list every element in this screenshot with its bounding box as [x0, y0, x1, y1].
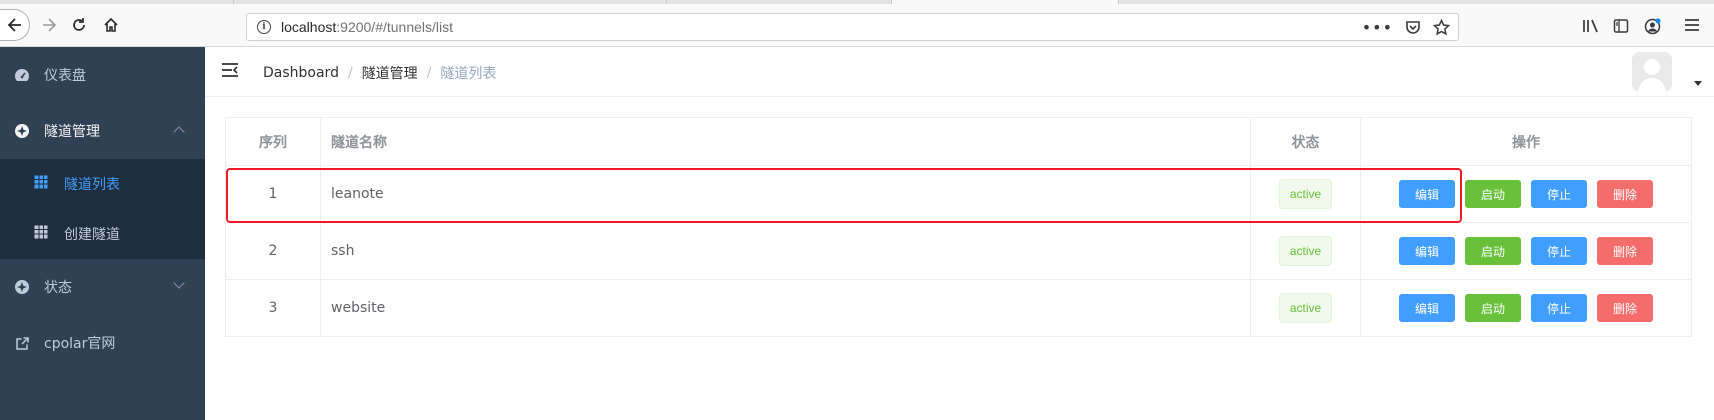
cell-name: website [321, 280, 1251, 336]
start-button[interactable]: 启动 [1465, 237, 1521, 265]
sidebar-item-tunnel-list[interactable]: 隧道列表 [0, 159, 205, 209]
column-header-name: 隧道名称 [321, 118, 1251, 165]
back-icon [7, 18, 21, 32]
sidebar-item-label: 状态 [44, 280, 72, 296]
stop-button[interactable]: 停止 [1531, 237, 1587, 265]
sidebar-button[interactable] [1613, 18, 1629, 34]
table-header-row: 序列 隧道名称 状态 操作 [226, 118, 1691, 166]
home-button[interactable] [96, 10, 126, 40]
table-icon [34, 175, 48, 193]
reload-button[interactable] [64, 10, 94, 40]
table-icon [34, 225, 48, 243]
chevron-up-icon [173, 126, 185, 138]
account-icon [1644, 18, 1661, 35]
hamburger-icon[interactable] [221, 61, 239, 79]
info-icon[interactable]: i [257, 20, 271, 34]
start-button[interactable]: 启动 [1465, 180, 1521, 208]
external-link-icon [14, 335, 30, 351]
breadcrumb-separator: / [426, 65, 432, 81]
cell-status: active [1251, 223, 1361, 279]
star-icon[interactable] [1433, 18, 1450, 36]
sidebar-item-label: cpolar官网 [44, 336, 116, 352]
forward-icon [43, 18, 57, 32]
breadcrumb-item-dashboard[interactable]: Dashboard [263, 65, 339, 81]
dashboard-icon [14, 67, 30, 83]
column-header-index: 序列 [226, 118, 321, 165]
sidebar-item-status[interactable]: 状态 [0, 259, 205, 315]
cell-status: active [1251, 166, 1361, 222]
sidebar-item-cpolar-website[interactable]: cpolar官网 [0, 315, 205, 371]
tunnel-table: 序列 隧道名称 状态 操作 1 leanote active 编辑 启动 停止 … [225, 117, 1692, 337]
cell-actions: 编辑 启动 停止 删除 [1361, 280, 1691, 336]
home-icon [104, 17, 118, 32]
pocket-icon[interactable] [1405, 19, 1421, 35]
avatar[interactable] [1632, 52, 1672, 92]
edit-button[interactable]: 编辑 [1399, 237, 1455, 265]
account-button[interactable] [1644, 18, 1661, 35]
delete-button[interactable]: 删除 [1597, 294, 1653, 322]
compass-icon [14, 279, 30, 295]
table-row: 1 leanote active 编辑 启动 停止 删除 [226, 166, 1691, 223]
stop-button[interactable]: 停止 [1531, 294, 1587, 322]
address-bar[interactable]: i localhost:9200/#/tunnels/list ••• [246, 13, 1459, 41]
column-header-actions: 操作 [1512, 134, 1540, 151]
cell-actions: 编辑 启动 停止 删除 [1361, 223, 1691, 279]
sidebar-item-dashboard[interactable]: 仪表盘 [0, 47, 205, 103]
table-row: 2 ssh active 编辑 启动 停止 删除 [226, 223, 1691, 280]
submenu-tunnel-management: 隧道列表 创建隧道 [0, 159, 205, 259]
sidebar-item-label: 隧道列表 [64, 177, 120, 193]
url-path: :9200/#/tunnels/list [336, 19, 454, 35]
breadcrumb-item-current: 隧道列表 [440, 66, 497, 82]
cell-status: active [1251, 280, 1361, 336]
caret-down-icon[interactable] [1694, 81, 1702, 86]
breadcrumb: Dashboard / 隧道管理 / 隧道列表 [263, 63, 496, 83]
column-header-status: 状态 [1251, 118, 1361, 165]
forward-button[interactable] [34, 10, 64, 40]
cell-index: 3 [226, 280, 321, 336]
cell-index: 1 [226, 166, 321, 222]
sidebar-item-tunnel-management[interactable]: 隧道管理 [0, 103, 205, 159]
delete-button[interactable]: 删除 [1597, 180, 1653, 208]
delete-button[interactable]: 删除 [1597, 237, 1653, 265]
breadcrumb-separator: / [347, 65, 353, 81]
sidebar-item-create-tunnel[interactable]: 创建隧道 [0, 209, 205, 259]
edit-button[interactable]: 编辑 [1399, 294, 1455, 322]
table-row: 3 website active 编辑 启动 停止 删除 [226, 280, 1691, 337]
library-icon [1583, 19, 1598, 33]
reload-icon [73, 18, 85, 31]
status-badge: active [1278, 179, 1333, 209]
url-text[interactable]: localhost:9200/#/tunnels/list [281, 19, 453, 35]
back-button[interactable] [0, 9, 30, 41]
more-icon[interactable]: ••• [1362, 18, 1393, 37]
stop-button[interactable]: 停止 [1531, 180, 1587, 208]
navbar: Dashboard / 隧道管理 / 隧道列表 [205, 47, 1714, 97]
cell-name: leanote [321, 166, 1251, 222]
status-badge: active [1278, 293, 1333, 323]
browser-toolbar: i localhost:9200/#/tunnels/list ••• [0, 4, 1714, 47]
start-button[interactable]: 启动 [1465, 294, 1521, 322]
sidebar: 仪表盘 隧道管理 隧道列表 创建隧道 状态 cpolar官网 [0, 47, 205, 420]
cell-name: ssh [321, 223, 1251, 279]
app-menu-button[interactable] [1684, 18, 1700, 32]
cell-actions: 编辑 启动 停止 删除 [1361, 166, 1691, 222]
sidebar-item-label: 仪表盘 [44, 68, 86, 84]
cell-index: 2 [226, 223, 321, 279]
compass-icon [14, 123, 30, 139]
status-badge: active [1278, 236, 1333, 266]
breadcrumb-item-tunnel-management[interactable]: 隧道管理 [362, 63, 418, 83]
library-button[interactable] [1582, 18, 1600, 34]
sidebar-item-label: 创建隧道 [64, 227, 120, 243]
chevron-down-icon [173, 277, 185, 289]
sidebar-item-label: 隧道管理 [44, 124, 100, 140]
url-host: localhost [281, 19, 337, 35]
menu-icon [1685, 19, 1699, 31]
edit-button[interactable]: 编辑 [1399, 180, 1455, 208]
sidebar-icon [1613, 19, 1629, 33]
